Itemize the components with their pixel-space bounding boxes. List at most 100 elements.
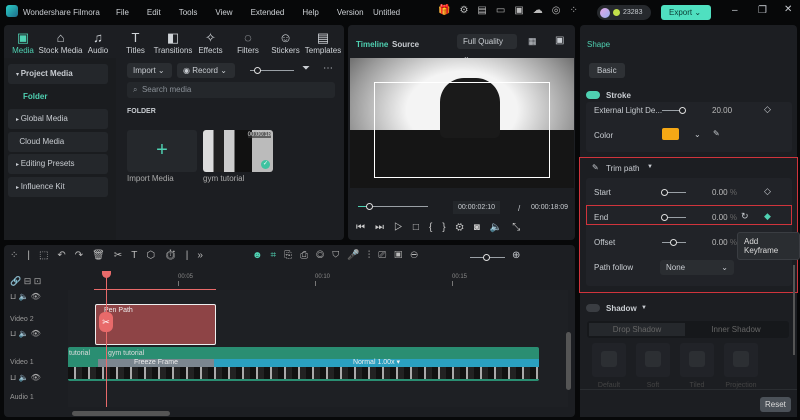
quality-dropdown[interactable]: Full Quality ⌄ [457,34,517,61]
track-controls[interactable]: ⊔ 🔈 👁 [10,292,41,301]
sidebar-item-label: Project Media [20,69,73,78]
time-tick-label: 00:05 [178,274,194,280]
timeline-toolbar[interactable]: ⁘|⬚↶↷🗑✂T⬡⏱|» [10,250,212,261]
sidebar-item-folder[interactable]: Folder [8,87,108,107]
horizontal-scrollbar[interactable] [72,411,170,416]
path-follow-label: Path follow [594,263,634,272]
menu-view[interactable]: View [215,8,232,17]
tab-label: Stickers [271,46,300,55]
minimize-button[interactable]: – [732,5,738,16]
shadow-caret[interactable]: ▼ [641,305,647,311]
import-media-tile[interactable]: + [127,130,197,172]
tab-inner-shadow[interactable]: Inner Shadow [688,323,784,336]
sidebar-item-editing-presets[interactable]: ▸ Editing Presets [8,154,108,174]
search-input[interactable]: ⌕ Search media [127,82,335,98]
record-dropdown[interactable]: ◉ Record ⌄ [177,63,235,78]
sidebar-item-cloud-media[interactable]: Cloud Media [8,132,108,152]
sidebar-item-influence-kit[interactable]: ▸ Influence Kit [8,177,108,197]
tab-timeline[interactable]: Timeline [356,40,388,49]
sidebar-item-global-media[interactable]: ▸ Global Media [8,109,108,129]
tab-basic[interactable]: Basic [589,63,625,78]
zoom-in-icon[interactable]: ⊕ [512,250,520,261]
track-label-video-2: Video 2 [10,316,34,323]
track-controls[interactable]: ⊔ 🔈 👁 [10,373,41,382]
folder-heading: FOLDER [127,108,156,115]
percent-unit: % [729,213,737,222]
export-button[interactable]: Export ⌄ [661,5,711,20]
tab-source[interactable]: Source [392,40,419,49]
menu-file[interactable]: File [116,8,129,17]
menu-tools[interactable]: Tools [179,8,198,17]
more-icon[interactable]: ⋯ [323,63,333,74]
grid-icon[interactable]: ▦ [528,36,537,47]
keyframe-icon[interactable]: ◇ [764,104,771,115]
avatar [600,7,610,18]
zoom-knob[interactable] [483,254,490,261]
menu-version[interactable]: Version [337,8,364,17]
preset-swatch [645,351,661,367]
playback-controls[interactable]: ⏮⏭▷□{}⚙◙🔈⤡ [356,222,530,233]
vertical-scrollbar[interactable] [566,332,571,390]
track-controls[interactable]: ⊔ 🔈 👁 [10,329,41,338]
sidebar-item-label: Cloud Media [19,137,65,146]
check-icon: ✓ [261,160,270,169]
panel-title: Shape [587,40,611,49]
sidebar-item-project-media[interactable]: ▾ Project Media [8,64,108,84]
offset-number: 0.00 [712,238,728,247]
filter-icon[interactable]: ⏷ [302,63,310,74]
start-knob[interactable] [661,189,668,196]
preset-label: Default [597,382,621,389]
gym-tutorial-thumbnail[interactable]: 00:00:18 ✓ [203,130,273,172]
percent-unit: % [729,238,737,247]
time-tick-label: 00:10 [315,274,331,280]
external-light-knob[interactable] [679,107,686,114]
menu-edit[interactable]: Edit [147,8,161,17]
shadow-preset-soft[interactable] [636,343,670,377]
timeline-toolbar-right[interactable]: ☻⌗⎘⎙◎⛉🎤⫶⎚▣⊖ [252,250,426,261]
trim-path-caret[interactable]: ▼ [647,164,653,170]
search-icon: ⌕ [133,85,138,94]
properties-scrollbar[interactable] [793,265,795,355]
stroke-toggle[interactable] [586,91,600,99]
slider-knob[interactable] [254,67,261,74]
menu-extended[interactable]: Extended [251,8,285,17]
time-tick [315,281,316,286]
eyedropper-icon[interactable]: ✎ [713,129,720,138]
preset-swatch [733,351,749,367]
tab-drop-shadow[interactable]: Drop Shadow [589,323,685,336]
speed-segment[interactable]: Normal 1.00x ▾ [214,359,539,367]
sidebar-item-label: Folder [23,92,48,101]
path-follow-dropdown[interactable]: None ⌄ [660,260,734,275]
reset-button[interactable]: Reset [760,397,791,412]
pen-path-rectangle [374,82,550,178]
path-follow-value: None [666,263,686,272]
close-button[interactable]: ✕ [784,4,792,15]
color-swatch[interactable] [662,128,679,140]
end-knob[interactable] [661,214,668,221]
tab-label: Audio [87,46,109,55]
export-label: Export [669,8,693,17]
add-keyframe-icon[interactable]: ◆ [764,211,771,222]
keyframe-icon[interactable]: ◇ [764,186,771,197]
offset-knob[interactable] [670,239,677,246]
split-icon[interactable]: ✂ [99,312,113,332]
pen-path-clip[interactable]: Pen Path [95,304,216,345]
tab-templates[interactable]: ▤ Templates [300,30,346,55]
shadow-toggle[interactable] [586,304,600,312]
shadow-preset-default[interactable] [592,343,626,377]
waveform-icon[interactable]: ▣ [555,35,564,46]
playhead[interactable] [106,271,107,407]
color-dropdown-chevron[interactable]: ⌄ [694,130,701,139]
percent-unit: % [729,188,737,197]
end-value: 0.00 % [712,213,737,222]
reset-icon[interactable]: ↻ [741,211,749,222]
import-dropdown[interactable]: Import ⌄ [127,63,172,78]
shadow-preset-tiled[interactable] [680,343,714,377]
menu-help[interactable]: Help [302,8,318,17]
track-header-icons[interactable]: 🔗 ⊟ ⊡ [10,276,41,287]
credits-badge[interactable]: 23283 [597,5,651,20]
freeze-frame-segment[interactable]: Freeze Frame [98,359,214,367]
shadow-preset-projection[interactable] [724,343,758,377]
maximize-button[interactable]: ❐ [758,5,767,16]
scrubber-knob[interactable] [366,203,373,210]
